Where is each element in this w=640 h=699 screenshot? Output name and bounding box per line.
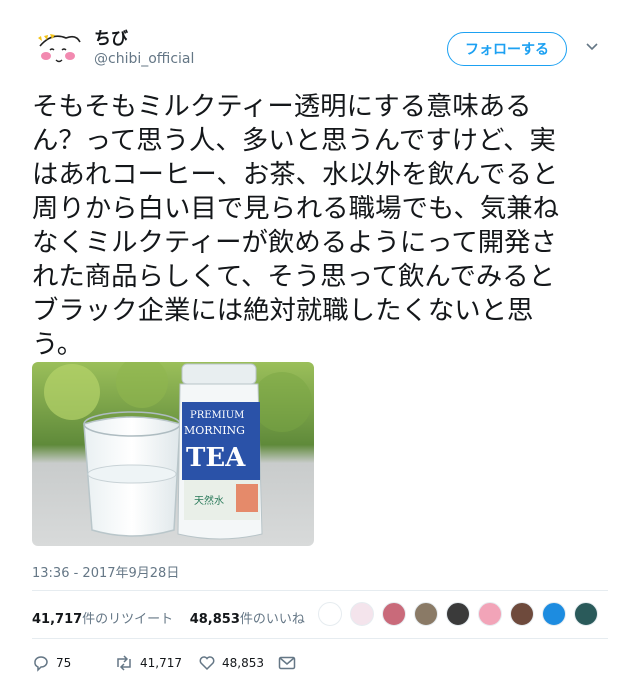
retweet-count-label: 件のリツイート — [82, 612, 174, 627]
like-count-label: 件のいいね — [239, 612, 305, 627]
avatar-4[interactable] — [414, 602, 438, 626]
divider — [32, 590, 608, 591]
avatar-8[interactable] — [542, 602, 566, 626]
chevron-down-icon[interactable] — [585, 40, 599, 54]
like-action-count: 48,853 — [222, 656, 264, 670]
user-handle[interactable]: @chibi_official — [94, 51, 194, 67]
reply-icon — [34, 656, 48, 672]
avatar-character-icon — [32, 24, 84, 76]
tweet-line: ブラック企業には絶対就職したくないと思 — [32, 295, 534, 326]
tweet-line: ん？って思う人、多いと思うんですけど、実 — [32, 125, 556, 156]
avatar-5[interactable] — [446, 602, 470, 626]
reply-count: 75 — [56, 656, 72, 670]
like-icon — [199, 656, 215, 671]
avatar-9[interactable] — [574, 602, 598, 626]
tweet-stats: 41,717件のリツイート 48,853件のいいね — [32, 608, 305, 627]
divider — [32, 638, 608, 639]
bottle-label-morning: MORNING — [184, 424, 245, 437]
bottle-label-tea: TEA — [186, 443, 246, 473]
message-icon — [278, 656, 296, 670]
retweet-action[interactable]: 41,717 — [114, 652, 182, 674]
tweet-line: 周りから白い目で見られる職場でも、気兼ね — [32, 193, 560, 224]
retweet-action-count: 41,717 — [140, 656, 182, 670]
avatar-6[interactable] — [478, 602, 502, 626]
photo-image: PREMIUM MORNING TEA 天然水 — [32, 362, 314, 546]
avatar-2[interactable] — [350, 602, 374, 626]
retweet-stat[interactable]: 41,717件のリツイート — [32, 612, 173, 627]
tweet-line: はあれコーヒー、お茶、水以外を飲んでると — [32, 159, 559, 190]
avatar-7[interactable] — [510, 602, 534, 626]
tweet-line: れた商品らしくて、そう思って飲んでみると — [32, 261, 556, 292]
like-action[interactable]: 48,853 — [198, 652, 264, 674]
retweet-icon — [117, 655, 131, 671]
reply-action[interactable]: 75 — [32, 652, 71, 674]
profile-avatar[interactable] — [32, 24, 84, 76]
tweet-line: そもそもミルクティー透明にする意味ある — [32, 91, 532, 122]
tweet-timestamp[interactable]: 13:36 - 2017年9月28日 — [32, 562, 179, 581]
display-name[interactable]: ちび — [94, 24, 128, 49]
message-action[interactable] — [278, 652, 296, 674]
bottle-label-premium: PREMIUM — [190, 410, 244, 421]
bottle-label-water: 天然水 — [194, 494, 224, 507]
follow-button[interactable]: フォローする — [447, 32, 567, 66]
tweet-text: そもそもミルクティー透明にする意味ある ん？って思う人、多いと思うんですけど、実… — [32, 90, 618, 362]
tweet-line: う。 — [32, 329, 84, 360]
like-count: 48,853 — [189, 612, 240, 627]
avatar-1[interactable] — [318, 602, 342, 626]
tweet-photo[interactable]: PREMIUM MORNING TEA 天然水 — [32, 362, 314, 546]
avatar-3[interactable] — [382, 602, 406, 626]
retweet-count: 41,717 — [32, 612, 83, 627]
liker-avatars — [318, 596, 606, 632]
like-stat[interactable]: 48,853件のいいね — [190, 612, 305, 627]
tweet-line: なくミルクティーが飲めるようにって開発さ — [32, 227, 557, 258]
